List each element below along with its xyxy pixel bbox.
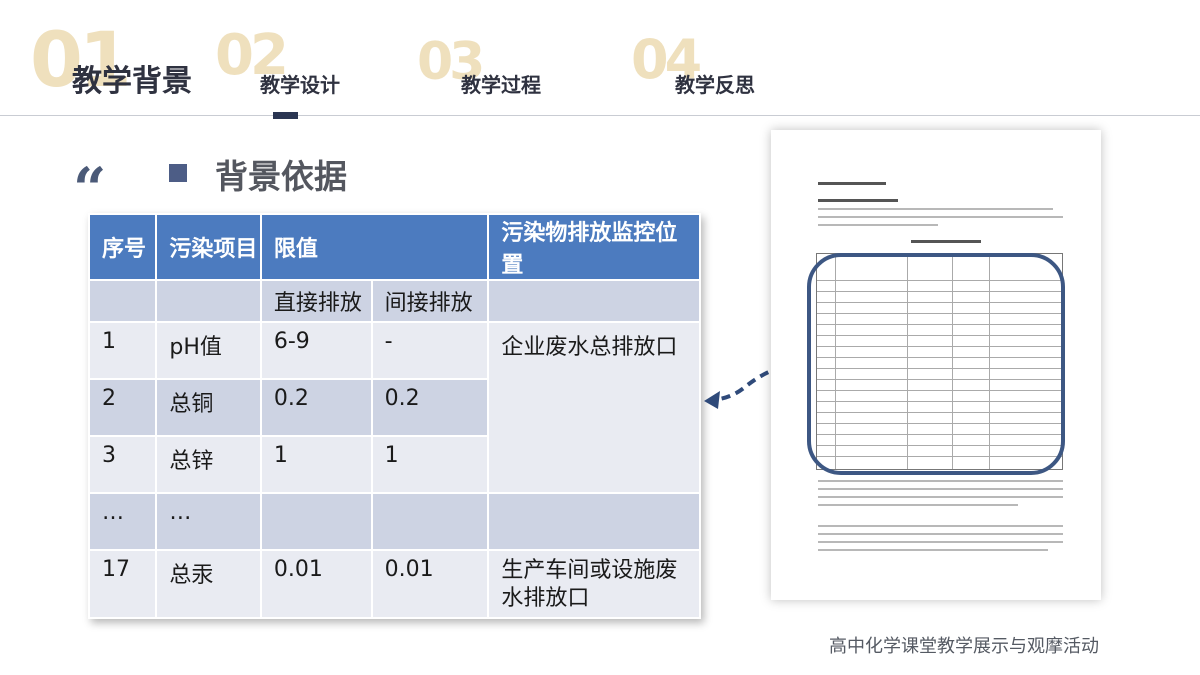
bullet-square-icon [169, 164, 187, 182]
cell-indirect: - [370, 321, 490, 380]
table-cell [155, 279, 262, 323]
header-no: 序号 [87, 213, 158, 281]
section-heading: 背景依据 [215, 157, 347, 196]
cell-item: 总锌 [155, 435, 262, 494]
cell-location: 企业废水总排放口 [487, 321, 701, 494]
cell-direct: 1 [259, 435, 373, 494]
header-limit: 限值 [259, 213, 490, 281]
cell-direct: 0.01 [259, 549, 373, 619]
header-item: 污染项目 [155, 213, 262, 281]
table-cell [487, 279, 701, 323]
table-cell [487, 492, 701, 551]
cell-item: … [155, 492, 262, 551]
cell-indirect: 1 [370, 435, 490, 494]
cell-item: 总铜 [155, 378, 262, 437]
nav-label: 教学过程 [461, 73, 541, 97]
cell-indirect: 0.2 [370, 378, 490, 437]
nav-item-process[interactable]: 03 教学过程 [417, 36, 577, 98]
cell-location: 生产车间或设施废水排放口 [487, 549, 701, 619]
nav-label: 教学反思 [675, 73, 755, 97]
quote-mark-icon: “ [73, 155, 107, 223]
active-tab-indicator [273, 112, 298, 119]
nav-item-background[interactable]: 01 教学背景 [30, 20, 210, 100]
cell-direct: 6-9 [259, 321, 373, 380]
pollutant-limits-table: 序号 污染项目 限值 污染物排放监控位置 直接排放 间接排放 1 pH值 6-9… [87, 213, 701, 619]
subheader-direct: 直接排放 [259, 279, 373, 323]
nav-item-design[interactable]: 02 教学设计 [215, 28, 375, 98]
cell-direct: 0.2 [259, 378, 373, 437]
cell-no: 17 [87, 549, 158, 619]
highlight-oval [807, 253, 1065, 475]
table-row: … … [87, 492, 701, 551]
cell-no: 3 [87, 435, 158, 494]
cell-no: 2 [87, 378, 158, 437]
cell-no: … [87, 492, 158, 551]
nav-item-reflection[interactable]: 04 教学反思 [631, 33, 791, 98]
subheader-indirect: 间接排放 [370, 279, 490, 323]
table-cell [87, 279, 158, 323]
footer-caption: 高中化学课堂教学展示与观摩活动 [829, 636, 1099, 657]
cell-item: pH值 [155, 321, 262, 380]
cell-no: 1 [87, 321, 158, 380]
nav-label: 教学背景 [72, 64, 192, 99]
cell-indirect [370, 492, 490, 551]
cell-item: 总汞 [155, 549, 262, 619]
table-row: 17 总汞 0.01 0.01 生产车间或设施废水排放口 [87, 549, 701, 619]
header-location: 污染物排放监控位置 [487, 213, 701, 281]
table-row: 1 pH值 6-9 - 企业废水总排放口 [87, 321, 701, 494]
nav-divider [0, 115, 1200, 116]
nav-label: 教学设计 [260, 73, 340, 97]
cell-direct [259, 492, 373, 551]
cell-indirect: 0.01 [370, 549, 490, 619]
